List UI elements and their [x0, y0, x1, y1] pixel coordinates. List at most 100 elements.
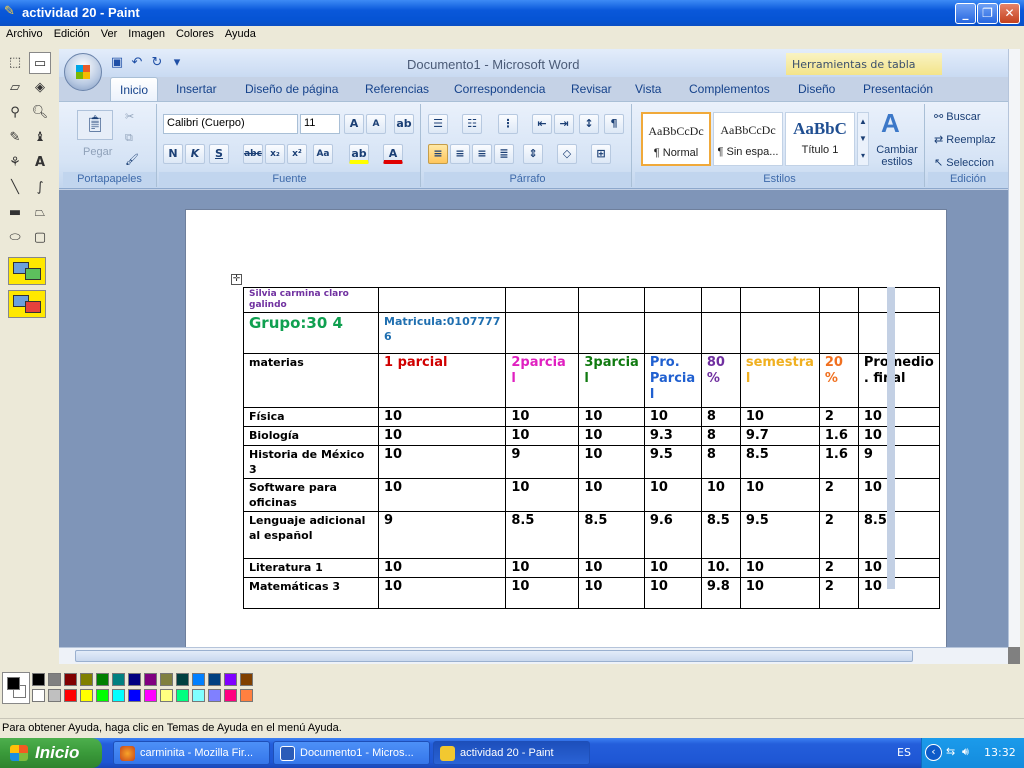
empty-cell[interactable] [739, 287, 820, 313]
vertical-scrollbar[interactable] [1008, 49, 1020, 647]
grade-cell[interactable]: 10 [505, 478, 580, 512]
grade-cell[interactable]: 10 [377, 577, 507, 609]
empty-cell[interactable] [857, 287, 940, 313]
grade-cell[interactable]: 10 [377, 426, 507, 446]
palette-swatch[interactable] [176, 689, 189, 702]
align-right-icon[interactable]: ≡ [472, 144, 492, 164]
empty-cell[interactable] [700, 312, 741, 354]
menu-ver[interactable]: Ver [95, 26, 123, 40]
rounded-rect-icon[interactable]: ▢ [29, 227, 51, 249]
grade-cell[interactable]: 9.3 [643, 426, 702, 446]
paint-canvas[interactable]: Documento1 - Microsoft Word Herramientas… [59, 49, 1020, 664]
language-indicator[interactable]: ES [897, 746, 911, 759]
maximize-button[interactable]: ❐ [977, 3, 998, 24]
bullets-icon[interactable]: ☰ [428, 114, 448, 134]
subject-cell[interactable]: Matemáticas 3 [243, 577, 379, 609]
palette-swatch[interactable] [192, 689, 205, 702]
empty-cell[interactable] [505, 287, 580, 313]
header-cell[interactable]: Pro. Parcia l [643, 353, 702, 408]
task-firefox[interactable]: carminita - Mozilla Fir... [113, 741, 270, 765]
palette-swatch[interactable] [192, 673, 205, 686]
increase-indent-icon[interactable]: ⇥ [554, 114, 574, 134]
tab-correspondencia[interactable]: Correspondencia [454, 82, 545, 96]
line-icon[interactable]: ╲ [4, 177, 26, 199]
pencil-icon[interactable]: ✎ [4, 127, 26, 149]
empty-cell[interactable] [700, 287, 741, 313]
start-button[interactable]: Inicio [0, 738, 102, 768]
format-painter-icon[interactable]: 🖌︎ [125, 153, 139, 166]
align-center-icon[interactable]: ≡ [450, 144, 470, 164]
grade-cell[interactable]: 1.6 [818, 445, 859, 479]
airbrush-icon[interactable]: ⚘ [4, 152, 26, 174]
grade-cell[interactable]: 2 [818, 577, 859, 609]
style-titulo-1[interactable]: AaBbC Título 1 [785, 112, 855, 166]
table-move-handle-icon[interactable]: ✛ [231, 274, 242, 285]
empty-cell[interactable] [818, 312, 859, 354]
tab-referencias[interactable]: Referencias [365, 82, 429, 96]
clear-format-icon[interactable]: ab [394, 114, 414, 134]
grade-cell[interactable]: 10 [377, 445, 507, 479]
grade-cell[interactable]: 10 [578, 558, 645, 578]
menu-edicion[interactable]: Edición [48, 26, 95, 40]
subscript-icon[interactable]: x₂ [265, 144, 285, 164]
save-icon[interactable]: ▣ [107, 55, 127, 70]
grade-cell[interactable]: 8 [700, 445, 741, 479]
palette-swatch[interactable] [64, 673, 77, 686]
underline-icon[interactable]: S [209, 144, 229, 164]
grade-cell[interactable]: 8 [700, 426, 741, 446]
empty-cell[interactable] [739, 312, 820, 354]
palette-swatch[interactable] [224, 673, 237, 686]
subject-cell[interactable]: Software para oficinas [243, 478, 379, 512]
font-size-box[interactable]: 11 [300, 114, 340, 134]
grade-cell[interactable]: 9 [505, 445, 580, 479]
customize-chevron-icon[interactable]: ▾ [167, 55, 187, 70]
copy-icon[interactable]: ⧉ [125, 132, 133, 145]
grade-cell[interactable]: 10 [857, 426, 940, 446]
grade-cell[interactable]: 10 [739, 558, 820, 578]
free-select-icon[interactable]: ⬚ [4, 52, 26, 74]
palette-swatch[interactable] [208, 689, 221, 702]
palette-swatch[interactable] [96, 689, 109, 702]
grade-cell[interactable]: 9.5 [739, 511, 820, 559]
align-left-icon[interactable]: ≡ [428, 144, 448, 164]
grow-font-icon[interactable]: A [344, 114, 364, 134]
tab-insertar[interactable]: Insertar [176, 82, 217, 96]
grade-cell[interactable]: 10 [857, 407, 940, 427]
rect-select-icon[interactable]: ▭ [29, 52, 51, 74]
change-case-icon[interactable]: Aa [313, 144, 333, 164]
scroll-thumb[interactable] [75, 650, 913, 662]
highlight-icon[interactable]: ab [349, 144, 369, 164]
palette-swatch[interactable] [64, 689, 77, 702]
tab-complementos[interactable]: Complementos [689, 82, 770, 96]
grade-cell[interactable]: 8.5 [857, 511, 940, 559]
grade-cell[interactable]: 9.7 [739, 426, 820, 446]
styles-scroll-icon[interactable]: ▲ ▼ ▾ [857, 112, 869, 166]
sort-icon[interactable]: ↕ [579, 114, 599, 134]
grade-cell[interactable]: 10 [739, 577, 820, 609]
palette-swatch[interactable] [48, 673, 61, 686]
grade-cell[interactable]: 10 [739, 407, 820, 427]
subject-cell[interactable]: Lenguaje adicional al español [243, 511, 379, 559]
empty-cell[interactable] [857, 312, 940, 354]
paste-icon[interactable]: 📋︎ [77, 110, 113, 140]
show-marks-icon[interactable]: ¶ [604, 114, 624, 134]
palette-swatch[interactable] [80, 689, 93, 702]
grade-cell[interactable]: 10 [700, 478, 741, 512]
grade-cell[interactable]: 10 [578, 577, 645, 609]
grade-cell[interactable]: 10 [857, 478, 940, 512]
palette-swatch[interactable] [48, 689, 61, 702]
network-icon[interactable]: ⇆ [946, 745, 955, 758]
task-paint[interactable]: actividad 20 - Paint [433, 741, 590, 765]
grade-cell[interactable]: 10 [578, 445, 645, 479]
opaque-option[interactable] [8, 257, 46, 285]
subject-cell[interactable]: Biología [243, 426, 379, 446]
font-color-icon[interactable]: A [383, 144, 403, 164]
text-tool-icon[interactable]: A [29, 152, 51, 174]
grade-cell[interactable]: 9.6 [643, 511, 702, 559]
header-cell[interactable]: 20 % [818, 353, 859, 408]
tab-diseno[interactable]: Diseño [798, 82, 835, 96]
palette-swatch[interactable] [128, 689, 141, 702]
strikethrough-icon[interactable]: abc [243, 144, 263, 164]
grade-cell[interactable]: 2 [818, 407, 859, 427]
header-cell[interactable]: Promedio . final [857, 353, 940, 408]
